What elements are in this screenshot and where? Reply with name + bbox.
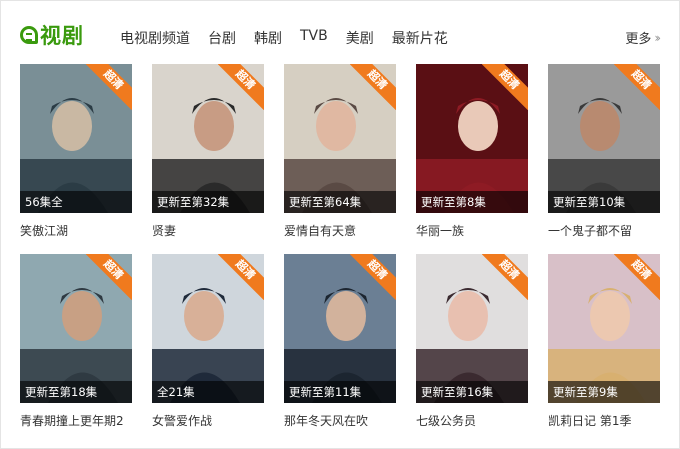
hd-badge: 超清 [614, 254, 660, 300]
episode-status: 更新至第11集 [284, 381, 396, 403]
show-title[interactable]: 七级公务员 [416, 412, 528, 429]
episode-status: 更新至第9集 [548, 381, 660, 403]
episode-status: 56集全 [20, 191, 132, 213]
nav-tv-channel[interactable]: 电视剧频道 [120, 28, 190, 48]
show-card[interactable]: 超清更新至第18集青春期撞上更年期2 [20, 254, 132, 429]
show-card[interactable]: 超清更新至第11集那年冬天风在吹 [284, 254, 396, 429]
episode-status: 更新至第18集 [20, 381, 132, 403]
double-chevron-right-icon: ›› [654, 30, 660, 45]
show-card[interactable]: 超清更新至第9集凯莉日记 第1季 [548, 254, 660, 429]
hd-badge: 超清 [86, 254, 132, 300]
show-card[interactable]: 超清 56集全笑傲江湖 [20, 64, 132, 239]
show-poster[interactable]: 超清更新至第9集 [548, 254, 660, 403]
show-title[interactable]: 爱情自有天意 [284, 222, 396, 239]
hd-badge-label: 超清 [614, 64, 660, 110]
more-label: 更多 [625, 32, 652, 47]
nav-korean-drama[interactable]: 韩剧 [254, 28, 282, 48]
show-title[interactable]: 贤妻 [152, 222, 264, 239]
hd-badge: 超清 [218, 254, 264, 300]
show-poster[interactable]: 超清更新至第64集 [284, 64, 396, 213]
show-title[interactable]: 青春期撞上更年期2 [20, 412, 132, 429]
episode-status: 更新至第10集 [548, 191, 660, 213]
show-poster[interactable]: 超清更新至第11集 [284, 254, 396, 403]
show-poster[interactable]: 超清更新至第32集 [152, 64, 264, 213]
episode-status: 更新至第64集 [284, 191, 396, 213]
show-card[interactable]: 超清全21集女警爱作战 [152, 254, 264, 429]
hd-badge-label: 超清 [218, 64, 264, 110]
more-link[interactable]: 更多 ›› [625, 28, 660, 48]
hd-badge: 超清 [218, 64, 264, 110]
show-poster[interactable]: 超清全21集 [152, 254, 264, 403]
episode-status: 全21集 [152, 381, 264, 403]
show-poster[interactable]: 超清更新至第8集 [416, 64, 528, 213]
show-card[interactable]: 超清更新至第10集一个鬼子都不留 [548, 64, 660, 239]
episode-status: 更新至第8集 [416, 191, 528, 213]
episode-status: 更新至第32集 [152, 191, 264, 213]
hd-badge: 超清 [482, 64, 528, 110]
hd-badge-label: 超清 [350, 64, 396, 110]
show-poster[interactable]: 超清 56集全 [20, 64, 132, 213]
nav-taiwan-drama[interactable]: 台剧 [208, 28, 236, 48]
episode-status: 更新至第16集 [416, 381, 528, 403]
show-card[interactable]: 超清更新至第64集爱情自有天意 [284, 64, 396, 239]
hd-badge: 超清 [86, 64, 132, 110]
tv-logo-icon [20, 26, 38, 44]
show-title[interactable]: 凯莉日记 第1季 [548, 412, 660, 429]
tv-drama-logo[interactable]: 视剧 [20, 20, 84, 50]
hd-badge: 超清 [350, 254, 396, 300]
hd-badge: 超清 [482, 254, 528, 300]
hd-badge-label: 超清 [86, 254, 132, 300]
hd-badge: 超清 [350, 64, 396, 110]
hd-badge-label: 超清 [218, 254, 264, 300]
show-poster[interactable]: 超清更新至第18集 [20, 254, 132, 403]
show-poster[interactable]: 超清更新至第10集 [548, 64, 660, 213]
nav-latest-trailers[interactable]: 最新片花 [392, 28, 448, 48]
hd-badge-label: 超清 [482, 64, 528, 110]
hd-badge-label: 超清 [614, 254, 660, 300]
logo-text: 视剧 [40, 24, 84, 48]
show-card[interactable]: 超清更新至第32集贤妻 [152, 64, 264, 239]
show-title[interactable]: 一个鬼子都不留 [548, 222, 660, 239]
show-title[interactable]: 那年冬天风在吹 [284, 412, 396, 429]
category-nav: 电视剧频道 台剧 韩剧 TVB 美剧 最新片花 [120, 28, 466, 48]
section-header: 视剧 电视剧频道 台剧 韩剧 TVB 美剧 最新片花 更多 ›› [20, 16, 664, 56]
hd-badge-label: 超清 [86, 64, 132, 110]
show-title[interactable]: 笑傲江湖 [20, 222, 132, 239]
hd-badge-label: 超清 [482, 254, 528, 300]
show-card[interactable]: 超清更新至第8集华丽一族 [416, 64, 528, 239]
hd-badge: 超清 [614, 64, 660, 110]
nav-us-drama[interactable]: 美剧 [346, 28, 374, 48]
show-title[interactable]: 女警爱作战 [152, 412, 264, 429]
show-card[interactable]: 超清更新至第16集七级公务员 [416, 254, 528, 429]
show-poster[interactable]: 超清更新至第16集 [416, 254, 528, 403]
nav-tvb[interactable]: TVB [300, 28, 328, 48]
hd-badge-label: 超清 [350, 254, 396, 300]
show-title[interactable]: 华丽一族 [416, 222, 528, 239]
